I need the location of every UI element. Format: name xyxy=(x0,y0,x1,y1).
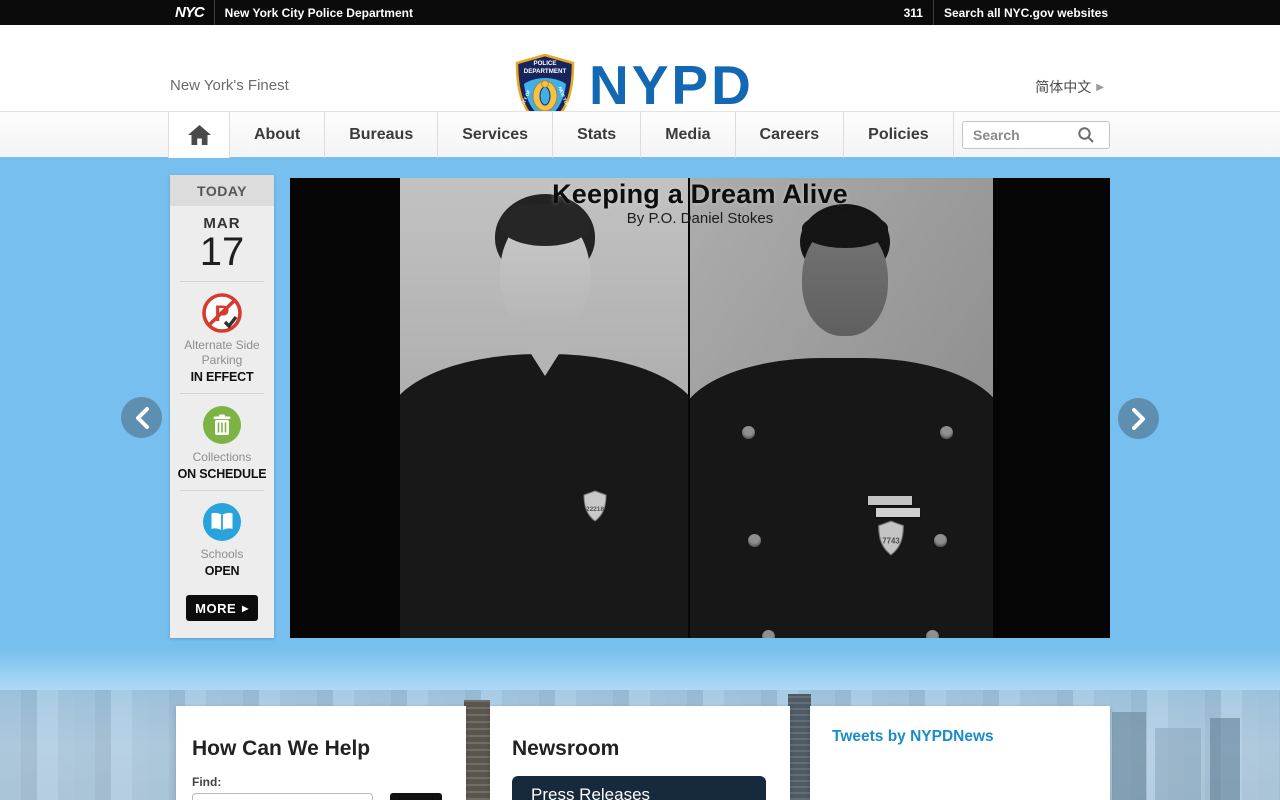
nav-home-tab[interactable] xyxy=(168,112,230,158)
search-all-nyc-link[interactable]: Search all NYC.gov websites xyxy=(944,6,1108,20)
police-badge-icon: 22218 xyxy=(583,490,607,522)
status-label: Collections xyxy=(192,450,252,464)
main-nav: About Bureaus Services Stats Media Caree… xyxy=(0,111,1280,158)
skyline-tower xyxy=(1155,728,1201,800)
today-panel: TODAY MAR 17 P Alternate Side Parking IN… xyxy=(170,175,274,638)
hero-carousel[interactable]: 22218 7743 Keeping a Dream Alive By P.O.… xyxy=(290,178,1110,638)
link-311[interactable]: 311 xyxy=(904,6,923,20)
skyline-tower xyxy=(1112,712,1146,800)
nav-item-about[interactable]: About xyxy=(230,112,326,158)
topbar-divider xyxy=(213,0,215,25)
carousel-slide-title: Keeping a Dream Alive xyxy=(552,179,848,209)
nav-item-careers[interactable]: Careers xyxy=(736,112,845,158)
skyline-tower xyxy=(788,694,811,800)
nav-item-policies[interactable]: Policies xyxy=(844,112,954,158)
divider xyxy=(180,490,264,491)
nav-item-media[interactable]: Media xyxy=(641,112,736,158)
divider xyxy=(180,281,264,282)
more-label: MORE xyxy=(195,600,237,616)
svg-text:22218: 22218 xyxy=(586,506,604,513)
skyline-tower xyxy=(464,700,490,800)
topbar-divider xyxy=(932,0,934,25)
nypd-homepage: NYC New York City Police Department 311 … xyxy=(0,0,1280,800)
find-select[interactable]: My Precinct xyxy=(192,793,373,800)
today-header: TODAY xyxy=(170,175,274,206)
nav-item-services[interactable]: Services xyxy=(438,112,554,158)
schools-status[interactable]: Schools OPEN xyxy=(170,500,274,578)
status-value: ON SCHEDULE xyxy=(177,467,267,481)
no-parking-icon: P xyxy=(202,293,242,333)
chevron-right-icon: ▶ xyxy=(242,603,249,613)
chevron-right-icon xyxy=(1131,407,1145,430)
carousel-next-button[interactable] xyxy=(1118,398,1159,439)
officer-photo-right: 7743 xyxy=(690,178,993,638)
collections-status[interactable]: Collections ON SCHEDULE xyxy=(170,403,274,481)
trash-icon xyxy=(203,406,241,444)
status-label: Alternate Side Parking xyxy=(184,338,260,367)
language-selector[interactable]: 简体中文 ▶ xyxy=(1035,77,1104,97)
panel-title: Newsroom xyxy=(512,737,620,760)
newsroom-panel: Newsroom Press Releases xyxy=(490,706,790,800)
tagline: New York's Finest xyxy=(170,77,289,94)
find-go-button[interactable] xyxy=(390,793,442,800)
more-button[interactable]: MORE ▶ xyxy=(186,595,258,621)
nav-item-stats[interactable]: Stats xyxy=(553,112,642,158)
nyc-gov-topbar: NYC New York City Police Department 311 … xyxy=(0,0,1280,25)
chevron-right-icon: ▶ xyxy=(1096,81,1104,93)
site-search-box xyxy=(962,121,1110,149)
search-input[interactable] xyxy=(963,127,1075,143)
press-releases-button[interactable]: Press Releases xyxy=(512,776,766,800)
agency-name[interactable]: New York City Police Department xyxy=(225,6,413,20)
carousel-slide-byline: By P.O. Daniel Stokes xyxy=(626,210,774,227)
chevron-left-icon xyxy=(135,406,149,429)
date-day: 17 xyxy=(199,230,245,274)
status-label: Schools xyxy=(200,547,244,561)
svg-text:DEPARTMENT: DEPARTMENT xyxy=(524,68,567,75)
how-can-we-help-panel: How Can We Help Find: My Precinct xyxy=(176,706,466,800)
home-icon xyxy=(187,125,211,145)
panel-title: How Can We Help xyxy=(192,737,371,760)
tweets-by-nypdnews-link[interactable]: Tweets by NYPDNews xyxy=(832,728,994,746)
status-value: IN EFFECT xyxy=(190,370,254,384)
svg-text:POLICE: POLICE xyxy=(533,60,556,67)
nav-item-bureaus[interactable]: Bureaus xyxy=(325,112,439,158)
nyc-logo[interactable]: NYC xyxy=(175,4,205,21)
divider xyxy=(180,393,264,394)
skyline-tower xyxy=(1210,718,1240,800)
police-badge-icon: 7743 xyxy=(878,520,904,556)
language-label: 简体中文 xyxy=(1035,79,1092,95)
tweets-panel: Tweets by NYPDNews xyxy=(810,706,1110,800)
alternate-side-parking-status[interactable]: P Alternate Side Parking IN EFFECT xyxy=(170,291,274,384)
svg-text:7743: 7743 xyxy=(882,537,900,546)
officer-photo-left: 22218 xyxy=(400,178,688,638)
status-value: OPEN xyxy=(204,564,240,578)
nypd-wordmark[interactable]: NYPD xyxy=(589,58,754,113)
search-icon[interactable] xyxy=(1077,126,1095,144)
carousel-prev-button[interactable] xyxy=(121,397,162,438)
today-date: MAR 17 xyxy=(170,206,274,272)
site-header: New York's Finest POLICE DEPARTMENT CITY… xyxy=(0,25,1280,129)
book-icon xyxy=(203,503,241,541)
find-label: Find: xyxy=(192,775,222,789)
